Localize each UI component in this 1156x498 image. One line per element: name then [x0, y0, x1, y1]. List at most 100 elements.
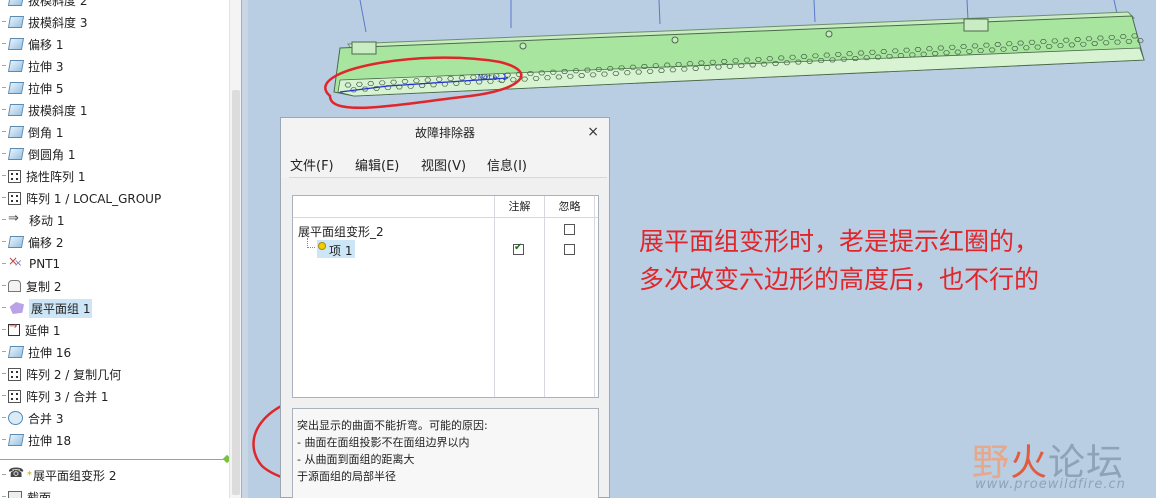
- tree-item[interactable]: 拉伸 3: [0, 55, 229, 77]
- troubleshooter-dialog: 故障排除器 × 文件(F) 编辑(E) 视图(V) 信息(I) 注解 忽略 展平…: [280, 117, 610, 498]
- tree-item-label: 挠性阵列 1: [26, 169, 86, 184]
- tree-item[interactable]: 偏移 2: [0, 231, 229, 253]
- ignore-checkbox[interactable]: [564, 224, 575, 235]
- tree-item-label: 阵列 1 / LOCAL_GROUP: [26, 191, 162, 206]
- column-note[interactable]: 注解: [494, 196, 544, 218]
- tree-item[interactable]: 阵列 1 / LOCAL_GROUP: [0, 187, 229, 209]
- tree-item[interactable]: 展平面组 1: [0, 297, 229, 319]
- copy-icon: [8, 280, 21, 292]
- extrude-icon: [7, 60, 25, 72]
- tree-item-label: 拔模斜度 2: [28, 0, 88, 8]
- tree-connector: [0, 341, 8, 363]
- menu-view[interactable]: 视图(V): [421, 155, 466, 174]
- column-divider: [544, 196, 545, 397]
- model-tree: 拔模斜度 2 拔模斜度 3 偏移 1 拉伸 3 拉伸 5 拔模斜度 1 倒角 1 倒圆角 1 挠…: [0, 0, 229, 498]
- tree-connector: [0, 486, 8, 498]
- pattern-icon: [8, 367, 21, 381]
- tree-item-label: 拉伸 3: [28, 59, 64, 74]
- section-icon: [8, 491, 22, 498]
- tree-item[interactable]: 拔模斜度 3: [0, 11, 229, 33]
- tree-connector: [0, 385, 8, 407]
- tree-item[interactable]: 拉伸 5: [0, 77, 229, 99]
- tree-connector: [0, 11, 8, 33]
- annotation-text: 展平面组变形时，老是提示红圈的，: [639, 227, 1040, 256]
- insert-here-marker[interactable]: [0, 459, 229, 460]
- tree-connector: [0, 187, 8, 209]
- tree-item-label: 合并 3: [28, 411, 64, 426]
- annotation-text: 多次改变六边形的高度后，也不行的: [639, 265, 1040, 294]
- tree-item-label: 复制 2: [26, 279, 62, 294]
- message-line: 于源面组的局部半径: [297, 470, 396, 483]
- tree-item[interactable]: 倒角 1: [0, 121, 229, 143]
- dialog-menubar: 文件(F) 编辑(E) 视图(V) 信息(I): [281, 148, 609, 178]
- tree-item-label: 截面: [27, 490, 52, 498]
- tree-item[interactable]: 移动 1: [0, 209, 229, 231]
- tree-item[interactable]: 拉伸 18: [0, 429, 229, 451]
- tree-item[interactable]: 延伸 1: [0, 319, 229, 341]
- tree-item-label: 拉伸 16: [28, 345, 72, 360]
- flatten-deform-icon: [8, 466, 24, 481]
- tree-item[interactable]: 合并 3: [0, 407, 229, 429]
- flatten-quilt-icon: [9, 302, 24, 314]
- tree-connector: [0, 363, 8, 385]
- tree-connector: [0, 231, 8, 253]
- offset-icon: [7, 38, 25, 50]
- menubar-divider: [289, 177, 607, 178]
- move-icon: [8, 211, 24, 226]
- watermark-url: www.proewildfire.cn: [975, 477, 1126, 492]
- tree-item-label: 倒圆角 1: [28, 147, 76, 162]
- tree-connector: [0, 297, 8, 319]
- column-ignore[interactable]: 忽略: [544, 196, 594, 218]
- tree-item-label: 拉伸 5: [28, 81, 64, 96]
- tree-item[interactable]: 阵列 2 / 复制几何: [0, 363, 229, 385]
- tree-item-label: 偏移 1: [28, 37, 64, 52]
- menu-edit[interactable]: 编辑(E): [355, 155, 399, 174]
- tree-item[interactable]: 阵列 3 / 合并 1: [0, 385, 229, 407]
- tree-item[interactable]: 拔模斜度 2: [0, 0, 229, 11]
- model-note-label: Note_1: [478, 73, 507, 82]
- tree-connector: [307, 238, 315, 248]
- datum-point-icon: [8, 254, 24, 271]
- tree-item-label: 移动 1: [29, 213, 65, 228]
- merge-icon: [8, 411, 23, 425]
- scrollbar-thumb[interactable]: [232, 90, 240, 495]
- extend-icon: [8, 321, 20, 336]
- note-checkbox[interactable]: [513, 242, 524, 255]
- menu-info[interactable]: 信息(I): [487, 155, 527, 174]
- tree-item-label: PNT1: [29, 257, 61, 271]
- model-tree-scrollbar[interactable]: [229, 0, 241, 498]
- tree-item[interactable]: 复制 2: [0, 275, 229, 297]
- pattern-icon: [8, 191, 21, 205]
- tree-item[interactable]: 偏移 1: [0, 33, 229, 55]
- tree-item[interactable]: 挠性阵列 1: [0, 165, 229, 187]
- tree-item[interactable]: 拔模斜度 1: [0, 99, 229, 121]
- tree-connector: [0, 165, 8, 187]
- tree-item[interactable]: 倒圆角 1: [0, 143, 229, 165]
- tree-connector: [0, 209, 8, 231]
- tree-item-label: 偏移 2: [28, 235, 64, 250]
- draft-icon: [7, 16, 25, 28]
- tree-item-label: 倒角 1: [28, 125, 64, 140]
- tree-connector: [0, 55, 8, 77]
- ignore-checkbox[interactable]: [564, 244, 575, 255]
- tree-item-label: 延伸 1: [25, 323, 61, 338]
- tree-connector: [0, 319, 8, 341]
- panel-splitter[interactable]: [241, 0, 248, 498]
- tree-item[interactable]: 截面: [0, 486, 229, 498]
- tree-item[interactable]: *展平面组变形 2: [0, 464, 229, 486]
- message-panel: 突出显示的曲面不能折弯。可能的原因: - 曲面在面组投影不在面组边界以内 - 从…: [292, 408, 599, 498]
- table-row-item[interactable]: 项 1: [329, 242, 352, 259]
- table-header: 注解 忽略: [293, 196, 598, 218]
- chamfer-icon: [7, 126, 25, 138]
- tree-connector: [0, 407, 8, 429]
- extrude-icon: [7, 346, 25, 358]
- close-button[interactable]: ×: [587, 124, 599, 140]
- tree-item[interactable]: 拉伸 16: [0, 341, 229, 363]
- draft-icon: [7, 0, 25, 6]
- tree-item[interactable]: PNT1: [0, 253, 229, 275]
- tree-connector: [0, 253, 8, 275]
- menu-file[interactable]: 文件(F): [290, 155, 334, 174]
- tree-connector: [0, 33, 8, 55]
- round-icon: [7, 148, 25, 160]
- dialog-title: 故障排除器: [281, 118, 609, 148]
